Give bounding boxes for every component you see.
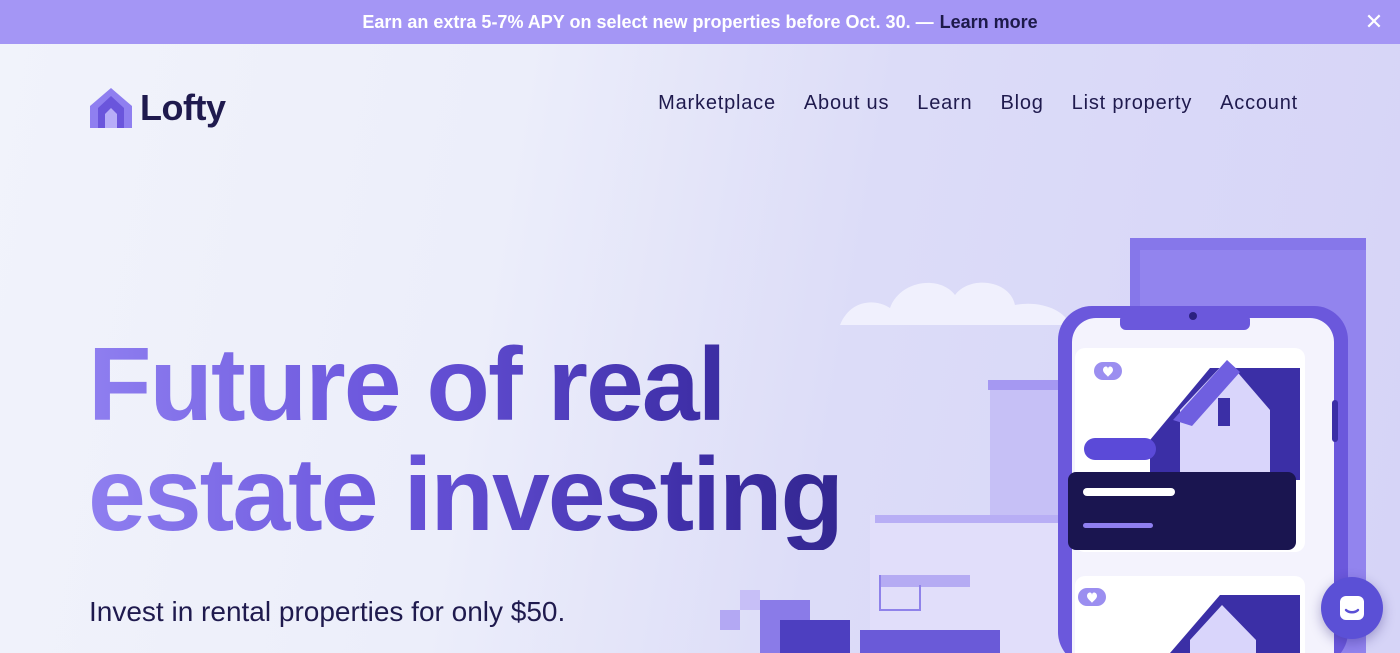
promo-text: Earn an extra 5-7% APY on select new pro… [362,11,934,32]
nav-marketplace[interactable]: Marketplace [658,92,776,115]
learn-more-link[interactable]: Learn more [940,12,1038,33]
lofty-logo[interactable]: Lofty [88,86,226,130]
nav-account[interactable]: Account [1220,92,1298,115]
house-logo-icon [90,88,132,128]
headline-line-1: Future of real [88,327,725,443]
brand-name: Lofty [140,87,226,128]
chat-button[interactable] [1321,577,1383,639]
headline-line-2: estate investing [88,437,843,553]
nav-list-property[interactable]: List property [1072,92,1192,115]
nav-about-us[interactable]: About us [804,92,889,115]
cloud-shape [840,282,1070,325]
hero-headline: Future of real estate investing [88,330,948,550]
promo-banner: Earn an extra 5-7% APY on select new pro… [0,0,1400,44]
hero-subtitle: Invest in rental properties for only $50… [89,596,566,627]
pixel-blocks [740,590,760,610]
close-icon[interactable]: ✕ [1362,10,1386,34]
nav-learn[interactable]: Learn [917,92,972,115]
chat-icon [1340,596,1364,620]
main-nav: Marketplace About us Learn Blog List pro… [658,92,1298,115]
nav-blog[interactable]: Blog [1000,92,1043,115]
phone-mockup [1058,306,1348,653]
